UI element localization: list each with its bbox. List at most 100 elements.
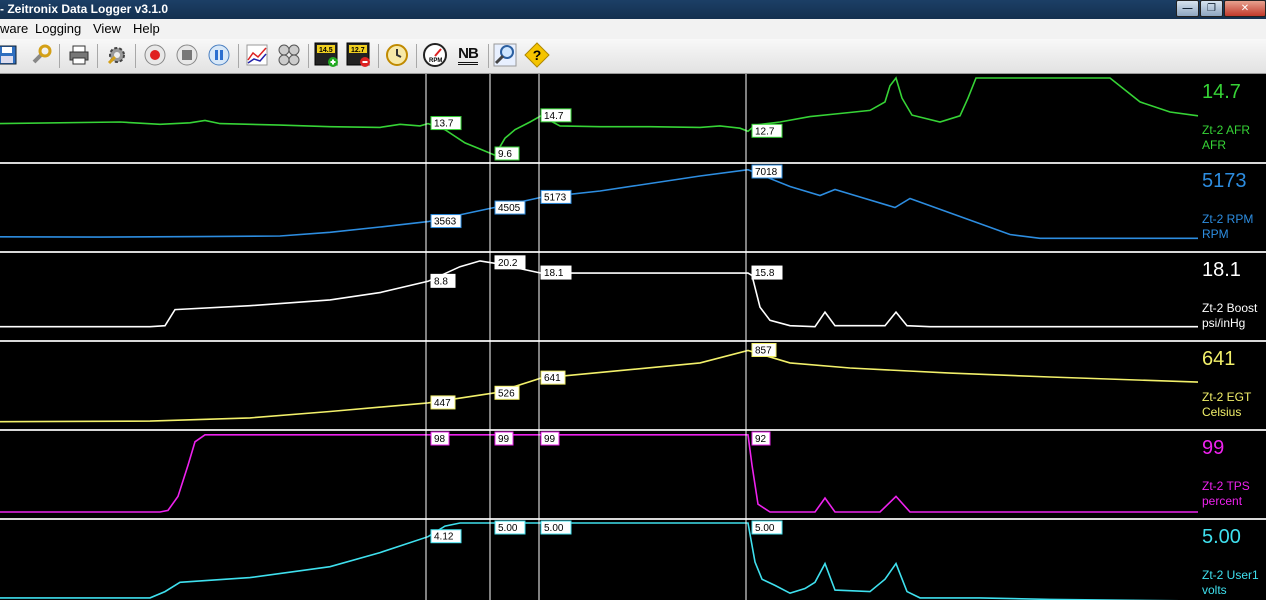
narrowband-button[interactable]: NB [454,42,482,68]
settings-button[interactable] [28,42,54,68]
menu-logging[interactable]: Logging [35,21,81,36]
cursor-value-label: 13.7 [434,119,454,130]
close-icon: ✕ [1240,3,1250,14]
rpm-gauge-badge: RPM [429,58,443,64]
plot-area[interactable]: 13.7 9.6 14.7 12.7 14.7 Zt-2 AFR AFR 3563 4505 51… [0,74,1266,600]
channel-strip-chart[interactable]: 13.7 9.6 14.7 12.7 14.7 Zt-2 AFRAFR 3563 4505 51… [0,74,1266,600]
series-line-rpm [0,168,1198,240]
cursor-value-label: 20.2 [498,258,518,269]
cursor-value-label: 9.6 [498,149,512,160]
cursor-value-label: 5.00 [544,523,564,534]
cursor-value-label: 92 [755,434,767,445]
floppy-icon [0,45,17,65]
cursor-value-label: 5.00 [755,523,775,534]
configure-button[interactable] [104,42,130,68]
channel-name: Zt-2 User1 [1202,568,1259,582]
channel-current-value: 99 [1202,437,1224,459]
cursor-value-label: 447 [434,398,451,409]
channel-current-value: 5.00 [1202,526,1241,548]
cursor-value-label: 7018 [755,167,778,178]
afr-rich-badge: 12.7 [351,47,365,54]
channel-unit: RPM [1202,227,1229,241]
channel-current-value: 641 [1202,348,1235,370]
cursor-value-label: 8.8 [434,276,448,287]
rpm-gauge-button[interactable]: RPM [422,42,448,68]
menu-bar: ware Logging View Help [0,19,1266,39]
zoom-button[interactable] [492,42,518,68]
multi-gauge-icon [278,44,300,66]
graph-button[interactable] [244,42,270,68]
channel-unit: Celsius [1202,405,1241,419]
svg-text:?: ? [533,47,542,63]
line-graph-icon [246,44,268,66]
series-line-egt [0,349,1199,423]
channel-name: Zt-2 AFR [1202,123,1250,137]
toolbar: 14.5 12.7 RPM NB ? [0,39,1266,74]
window-title: - Zeitronix Data Logger v3.1.0 [0,2,169,16]
cursor-value-label: 18.1 [544,268,564,279]
clock-icon [386,44,408,66]
record-button[interactable] [142,42,168,68]
cursor-value-label: 98 [434,434,446,445]
cursor-value-label: 4.12 [434,532,454,543]
wrench-icon [32,44,52,64]
afr-disk-add-icon [314,42,338,67]
maximize-button[interactable]: ❐ [1200,0,1223,17]
series-line-boost [0,260,1198,328]
series-line-afr [0,76,1199,157]
cursor-value-label: 99 [498,434,510,445]
stop-icon [176,44,198,66]
channel-name: Zt-2 EGT [1202,390,1252,404]
record-icon [144,44,166,66]
menu-help[interactable]: Help [133,21,160,36]
pause-button[interactable] [206,42,232,68]
printer-icon [69,45,89,65]
menu-firmware[interactable]: ware [0,21,28,36]
cursor-value-label: 5.00 [498,523,518,534]
stop-button[interactable] [174,42,200,68]
gear-icon [107,47,125,65]
channel-unit: AFR [1202,138,1226,152]
series-line-user1 [0,522,1180,600]
afr-lean-button[interactable]: 14.5 [314,42,340,68]
cursor-value-label: 4505 [498,203,521,214]
minimize-icon: — [1182,3,1193,14]
channel-name: Zt-2 TPS [1202,479,1250,493]
cursor-value-label: 526 [498,388,515,399]
cursor-value-label: 5173 [544,192,567,203]
channel-current-value: 18.1 [1202,259,1241,281]
minimize-button[interactable]: — [1176,0,1199,17]
cursor-value-label: 12.7 [755,126,775,137]
help-icon: ? [524,42,550,68]
narrowband-badge: NB [458,45,479,65]
title-bar: - Zeitronix Data Logger v3.1.0 — ❐ ✕ [0,0,1266,19]
afr-disk-remove-icon [346,42,370,67]
timer-button[interactable] [384,42,410,68]
pause-icon [208,44,230,66]
series-line-tps [0,433,1198,513]
cursor-value-label: 641 [544,373,561,384]
afr-rich-button[interactable]: 12.7 [346,42,372,68]
channel-unit: psi/inHg [1202,316,1245,330]
help-button[interactable]: ? [524,42,550,68]
channel-name: Zt-2 Boost [1202,301,1258,315]
cursor-value-label: 15.8 [755,268,775,279]
menu-view[interactable]: View [93,21,121,36]
close-button[interactable]: ✕ [1224,0,1266,17]
gauges-button[interactable] [276,42,302,68]
cursor-value-label: 857 [755,345,772,356]
tachometer-icon [423,43,447,67]
magnifier-icon [493,43,517,67]
window-controls: — ❐ ✕ [1175,0,1266,17]
print-button[interactable] [66,42,92,68]
cursor-value-label: 99 [544,434,556,445]
save-button[interactable] [0,42,20,68]
afr-lean-badge: 14.5 [319,47,333,54]
cursor-value-label: 3563 [434,217,457,228]
channel-current-value: 14.7 [1202,81,1241,103]
cursor-value-label: 14.7 [544,111,564,122]
channel-name: Zt-2 RPM [1202,212,1253,226]
channel-current-value: 5173 [1202,170,1247,192]
channel-unit: volts [1202,583,1227,597]
channel-unit: percent [1202,494,1243,508]
